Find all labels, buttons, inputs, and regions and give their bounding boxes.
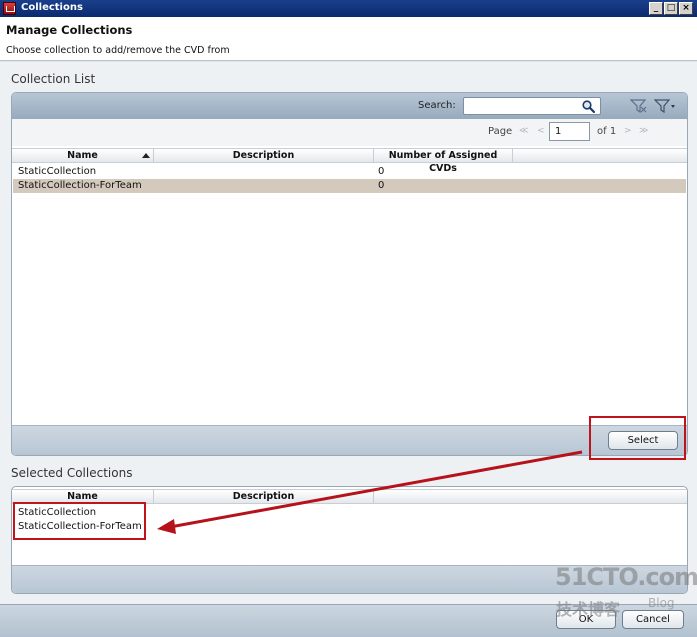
collection-toolbar: Search: bbox=[12, 93, 687, 119]
window-title: Collections bbox=[21, 2, 83, 13]
list-item[interactable]: StaticCollection bbox=[13, 506, 686, 520]
collection-list-panel: Search: Page ≪ < 1 of 1 > ≫ Name Descrip… bbox=[11, 92, 688, 456]
dialog-subtitle: Choose collection to add/remove the CVD … bbox=[6, 45, 230, 56]
search-label: Search: bbox=[418, 100, 456, 111]
first-page-icon[interactable]: ≪ bbox=[519, 126, 528, 136]
sort-ascending-icon bbox=[142, 153, 150, 158]
search-input[interactable] bbox=[463, 97, 601, 115]
table-row-selected[interactable]: StaticCollection-ForTeam 0 bbox=[13, 179, 686, 193]
watermark-logo: 51CTO.com bbox=[555, 563, 697, 591]
last-page-icon[interactable]: ≫ bbox=[639, 126, 648, 136]
collection-panel-footer bbox=[12, 425, 687, 455]
collection-grid-header: Name Description Number of Assigned CVDs bbox=[12, 148, 687, 174]
clear-filter-icon[interactable] bbox=[630, 99, 648, 113]
table-row[interactable]: StaticCollection 0 bbox=[13, 165, 686, 179]
window-titlebar: Collections _ □ × bbox=[0, 0, 697, 17]
maximize-icon[interactable]: □ bbox=[664, 2, 678, 15]
minimize-icon[interactable]: _ bbox=[649, 2, 663, 15]
dialog-title: Manage Collections bbox=[6, 23, 133, 37]
pager: Page ≪ < 1 of 1 > ≫ bbox=[12, 119, 687, 146]
column-assigned-cvds[interactable]: Number of Assigned CVDs bbox=[374, 149, 513, 174]
close-icon[interactable]: × bbox=[679, 2, 693, 15]
dialog-header: Manage Collections Choose collection to … bbox=[0, 17, 697, 61]
row-count: 0 bbox=[378, 166, 385, 177]
row-name: StaticCollection-ForTeam bbox=[18, 180, 142, 191]
column-description[interactable]: Description bbox=[154, 490, 374, 504]
selected-collections-label: Selected Collections bbox=[11, 466, 133, 480]
select-button[interactable]: Select bbox=[608, 431, 678, 450]
column-name[interactable]: Name bbox=[12, 490, 154, 504]
watermark-text: 技术博客 bbox=[556, 600, 621, 619]
list-item[interactable]: StaticCollection-ForTeam bbox=[13, 520, 686, 534]
next-page-icon[interactable]: > bbox=[624, 126, 632, 136]
page-total: of 1 bbox=[597, 126, 617, 137]
row-name: StaticCollection bbox=[18, 166, 97, 177]
prev-page-icon[interactable]: < bbox=[537, 126, 545, 136]
row-count: 0 bbox=[378, 180, 385, 191]
search-icon[interactable] bbox=[582, 100, 595, 113]
collection-list-label: Collection List bbox=[11, 72, 96, 86]
cancel-button[interactable]: Cancel bbox=[622, 610, 684, 629]
app-icon bbox=[3, 2, 16, 15]
watermark-blog: Blog bbox=[648, 596, 675, 610]
filter-dropdown-icon[interactable] bbox=[654, 99, 676, 113]
column-name[interactable]: Name bbox=[12, 149, 154, 163]
page-label: Page bbox=[488, 126, 513, 137]
selected-grid-header: Name Description bbox=[12, 489, 687, 504]
page-number-input[interactable]: 1 bbox=[549, 122, 590, 141]
column-description[interactable]: Description bbox=[154, 149, 374, 163]
